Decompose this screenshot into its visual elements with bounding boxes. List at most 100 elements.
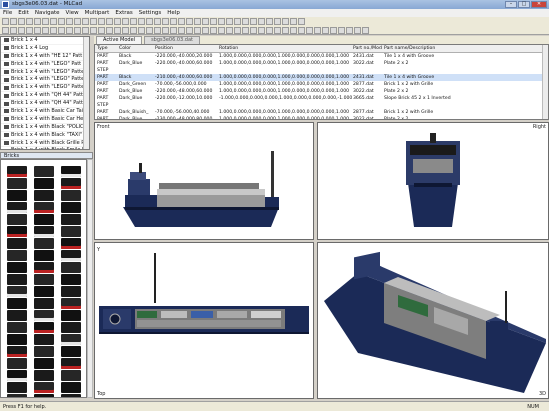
part-list-item[interactable]: Brick 1 x 4 [1,37,89,45]
part-list-item[interactable]: Brick 1 x 4 with "LEGO" Patt [1,61,89,69]
part-preview-brick[interactable] [7,274,27,285]
toolbar2-button-14[interactable] [106,26,113,34]
menu-extras[interactable]: Extras [115,10,132,16]
part-list-item[interactable]: Brick 1 x 4 with Black "TAXI" F [1,132,89,140]
part-preview-brick[interactable] [7,382,27,393]
part-preview-brick[interactable] [61,190,81,201]
toolbar-button-34[interactable] [266,18,273,25]
part-preview-brick[interactable] [61,166,81,177]
front-viewport[interactable]: Front [94,122,314,240]
part-preview-brick[interactable] [61,394,81,397]
col-type[interactable]: Type [95,45,119,52]
toolbar-button-28[interactable] [218,18,225,25]
part-preview-brick[interactable] [34,226,54,237]
part-preview-brick[interactable] [61,382,81,393]
part-list-item[interactable]: Brick 1 x 4 with Black Grille Pa [1,140,89,148]
part-preview-brick[interactable] [34,214,54,225]
toolbar2-button-44[interactable] [346,26,353,34]
toolbar-button-21[interactable] [162,18,169,25]
part-preview-brick[interactable] [7,346,27,357]
toolbar-button-4[interactable] [26,18,33,25]
part-preview-brick[interactable] [34,370,54,381]
part-preview-brick[interactable] [34,250,54,261]
table-row[interactable]: PART Black -220.000,-40.000,20.000 1.000,0.… [95,53,548,60]
part-preview-brick[interactable] [34,166,54,177]
part-preview-brick[interactable] [7,250,27,261]
toolbar2-button-11[interactable] [82,26,89,34]
toolbar2-button-45[interactable] [354,26,361,34]
toolbar2-button-27[interactable] [210,26,217,34]
toolbar-button-30[interactable] [234,18,241,25]
col-position[interactable]: Position [155,45,219,52]
part-list-item[interactable]: Brick 1 x 4 with "LEGO" Patte [1,84,89,93]
toolbar2-button-41[interactable] [322,26,329,34]
toolbar2-button-29[interactable] [226,26,233,34]
maximize-button[interactable]: □ [518,1,530,8]
menu-help[interactable]: Help [167,10,180,16]
part-list-item[interactable]: Brick 1 x 4 with "LEGO" Patte [1,69,89,77]
part-preview-brick[interactable] [61,334,81,345]
part-preview-brick[interactable] [34,334,54,345]
tab-model-file[interactable]: sbgs3e06.03.dat [144,36,200,44]
toolbar2-button-38[interactable] [298,26,305,34]
part-preview-brick[interactable] [7,310,27,321]
part-preview-brick[interactable] [61,310,81,321]
toolbar2-button-22[interactable] [170,26,177,34]
part-list-item[interactable]: Brick 1 x 4 with "LEGO" Patte [1,76,89,85]
toolbar2-button-31[interactable] [242,26,249,34]
part-preview-brick[interactable] [34,298,54,309]
toolbar-button-31[interactable] [242,18,249,25]
3d-viewport[interactable]: 3D [317,242,549,399]
parts-scrollbar[interactable] [87,159,93,398]
toolbar2-button-12[interactable] [90,26,97,34]
toolbar2-button-21[interactable] [162,26,169,34]
part-list-item[interactable]: Brick 1 x 4 with "QH 44" Patte [1,92,89,101]
table-row[interactable]: PART Dark_Blue -230.000,-48.000,80.000 1.00… [95,116,548,119]
table-row[interactable]: STEP [95,67,548,74]
toolbar-button-20[interactable] [154,18,161,25]
toolbar-button-7[interactable] [50,18,57,25]
toolbar-button-22[interactable] [170,18,177,25]
part-preview-brick[interactable] [7,166,27,177]
toolbar-button-18[interactable] [138,18,145,25]
toolbar2-button-46[interactable] [362,26,369,34]
part-preview-brick[interactable] [61,346,81,357]
toolbar2-button-1[interactable] [2,26,9,34]
toolbar-button-3[interactable] [18,18,25,25]
part-preview-brick[interactable] [34,286,54,297]
table-row[interactable]: PART Dark_Bluish_ -70.000,-56.000,40.000 1.… [95,109,548,116]
table-row[interactable]: PART Dark_Blue -220.000,-48.000,60.000 1.00… [95,88,548,95]
part-preview-brick[interactable] [34,178,54,189]
part-list-item[interactable]: Brick 1 x 4 with Black Smile P [1,147,89,149]
part-list-item[interactable]: Brick 1 x 4 with Black "POLICE [1,124,89,132]
toolbar-button-16[interactable] [122,18,129,25]
toolbar-button-19[interactable] [146,18,153,25]
toolbar-button-5[interactable] [34,18,41,25]
top-viewport[interactable]: Top Y [94,242,314,399]
toolbar2-button-13[interactable] [98,26,105,34]
toolbar-button-29[interactable] [226,18,233,25]
part-preview-brick[interactable] [7,202,27,213]
part-list-item[interactable]: Brick 1 x 4 with "HE 12" Patt [1,53,89,61]
toolbar-button-17[interactable] [130,18,137,25]
toolbar2-button-39[interactable] [306,26,313,34]
part-list-item[interactable]: Brick 1 x 4 Log [1,45,89,53]
part-preview-brick[interactable] [34,382,54,393]
toolbar2-button-43[interactable] [338,26,345,34]
minimize-button[interactable]: – [505,1,517,8]
menu-navigate[interactable]: Navigate [35,10,60,16]
toolbar2-button-25[interactable] [194,26,201,34]
table-row[interactable]: STEP [95,102,548,109]
toolbar-button-35[interactable] [274,18,281,25]
toolbar2-button-36[interactable] [282,26,289,34]
part-preview-brick[interactable] [61,286,81,297]
toolbar2-button-24[interactable] [186,26,193,34]
part-list-item[interactable]: Brick 1 x 4 with Basic Car Hea [1,116,89,124]
toolbar-button-26[interactable] [202,18,209,25]
toolbar2-button-33[interactable] [258,26,265,34]
part-preview-brick[interactable] [61,298,81,309]
toolbar-button-36[interactable] [282,18,289,25]
col-part-no[interactable]: Part no./Mod [353,45,384,52]
toolbar-button-25[interactable] [194,18,201,25]
part-preview-brick[interactable] [7,238,27,249]
